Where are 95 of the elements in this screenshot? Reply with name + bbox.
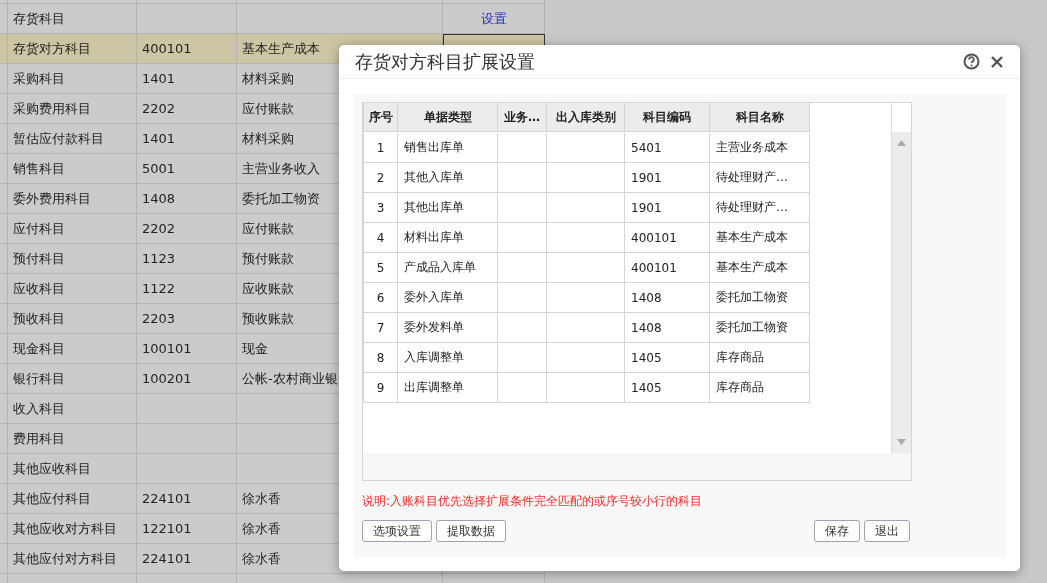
grid-cell: 库存商品 — [710, 373, 810, 403]
grid-cell: 4 — [363, 223, 398, 253]
table-cell: 2203 — [137, 304, 237, 334]
table-cell: 现金科目 — [8, 334, 137, 364]
grid-cell: 400101 — [625, 223, 710, 253]
grid-cell: 材料出库单 — [398, 223, 498, 253]
grid-cell: 5401 — [625, 133, 710, 163]
grid-cell: 400101 — [625, 253, 710, 283]
grid-cell: 主营业务成本 — [710, 133, 810, 163]
grid-cell: 其他出库单 — [398, 193, 498, 223]
grid-cell: 1408 — [625, 313, 710, 343]
grid-cell: 入库调整单 — [398, 343, 498, 373]
table-cell: 存货对方科目 — [8, 34, 137, 64]
table-cell: 其他应收对方科目 — [8, 514, 137, 544]
grid-cell: 出库调整单 — [398, 373, 498, 403]
grid-cell: 1 — [363, 133, 398, 163]
table-cell: 费用科目 — [8, 424, 137, 454]
dialog-button[interactable]: 保存 — [814, 520, 860, 542]
table-cell: 采购费用科目 — [8, 94, 137, 124]
scroll-down-icon[interactable] — [897, 439, 906, 445]
table-cell: 其他应付科目 — [8, 484, 137, 514]
table-cell: 其他应收科目 — [8, 454, 137, 484]
grid-cell — [498, 223, 547, 253]
grid-cell: 3 — [363, 193, 398, 223]
grid-cell: 库存商品 — [710, 343, 810, 373]
dialog-button[interactable]: 退出 — [864, 520, 910, 542]
grid-cell: 8 — [363, 343, 398, 373]
column-header[interactable]: 出入库类别 — [547, 103, 625, 132]
column-header[interactable]: 业务… — [498, 103, 547, 132]
table-cell: 1401 — [137, 124, 237, 154]
grid-cell: 6 — [363, 283, 398, 313]
table-cell: 224101 — [137, 544, 237, 574]
scrollbar[interactable] — [891, 103, 911, 453]
table-cell: 1401 — [137, 64, 237, 94]
grid-cell: 其他入库单 — [398, 163, 498, 193]
help-icon[interactable] — [963, 53, 980, 70]
table-cell: 122101 — [137, 514, 237, 544]
grid-cell: 委托加工物资 — [710, 283, 810, 313]
grid-cell: 基本生产成本 — [710, 223, 810, 253]
table-cell: 其他应付对方科目 — [8, 544, 137, 574]
grid-cell: 委外发料单 — [398, 313, 498, 343]
table-cell: 银行科目 — [8, 364, 137, 394]
grid-cell: 1405 — [625, 373, 710, 403]
grid-cell: 待处理财产… — [710, 193, 810, 223]
grid-cell: 5 — [363, 253, 398, 283]
grid-cell: 1408 — [625, 283, 710, 313]
table-cell: 2202 — [137, 94, 237, 124]
column-header[interactable]: 单据类型 — [398, 103, 498, 132]
grid-cell: 委托加工物资 — [710, 313, 810, 343]
table-cell: 400101 — [137, 34, 237, 64]
dialog-button[interactable]: 提取数据 — [436, 520, 506, 542]
grid-cell: 1901 — [625, 193, 710, 223]
grid-cell: 基本生产成本 — [710, 253, 810, 283]
table-cell: 2202 — [137, 214, 237, 244]
grid-cell: 产成品入库单 — [398, 253, 498, 283]
table-cell: 100101 — [137, 334, 237, 364]
table-cell: 暂估应付款科目 — [8, 124, 137, 154]
grid-cell — [498, 253, 547, 283]
grid-cell — [498, 163, 547, 193]
grid-cell: 1405 — [625, 343, 710, 373]
grid-cell: 销售出库单 — [398, 133, 498, 163]
grid-cell — [498, 313, 547, 343]
grid-cell: 7 — [363, 313, 398, 343]
table-cell: 5001 — [137, 154, 237, 184]
grid-cell — [498, 193, 547, 223]
column-header[interactable]: 科目编码 — [625, 103, 710, 132]
table-cell: 224101 — [137, 484, 237, 514]
grid-cell: 委外入库单 — [398, 283, 498, 313]
column-header[interactable]: 科目名称 — [710, 103, 810, 132]
table-cell: 收入科目 — [8, 394, 137, 424]
scroll-up-icon[interactable] — [897, 140, 906, 146]
table-cell: 应付科目 — [8, 214, 137, 244]
table-cell: 销售科目 — [8, 154, 137, 184]
table-cell: 预收科目 — [8, 304, 137, 334]
dialog-button[interactable]: 选项设置 — [362, 520, 432, 542]
grid-cell: 9 — [363, 373, 398, 403]
table-cell: 预付科目 — [8, 244, 137, 274]
table-cell: 存货科目 — [8, 4, 137, 34]
table-cell: 1122 — [137, 274, 237, 304]
grid-cell: 2 — [363, 163, 398, 193]
table-cell: 1123 — [137, 244, 237, 274]
table-cell: 采购科目 — [8, 64, 137, 94]
grid-cell: 待处理财产… — [710, 163, 810, 193]
grid-cell — [498, 133, 547, 163]
table-cell: 委外费用科目 — [8, 184, 137, 214]
table-cell: 1408 — [137, 184, 237, 214]
column-header[interactable]: 序号 — [363, 103, 398, 132]
grid-cell: 1901 — [625, 163, 710, 193]
grid-cell — [498, 343, 547, 373]
close-icon[interactable] — [990, 54, 1004, 69]
settings-link[interactable]: 设置 — [480, 9, 507, 28]
table-cell: 100201 — [137, 364, 237, 394]
grid-cell — [498, 283, 547, 313]
table-cell: 应收科目 — [8, 274, 137, 304]
grid-cell — [498, 373, 547, 403]
